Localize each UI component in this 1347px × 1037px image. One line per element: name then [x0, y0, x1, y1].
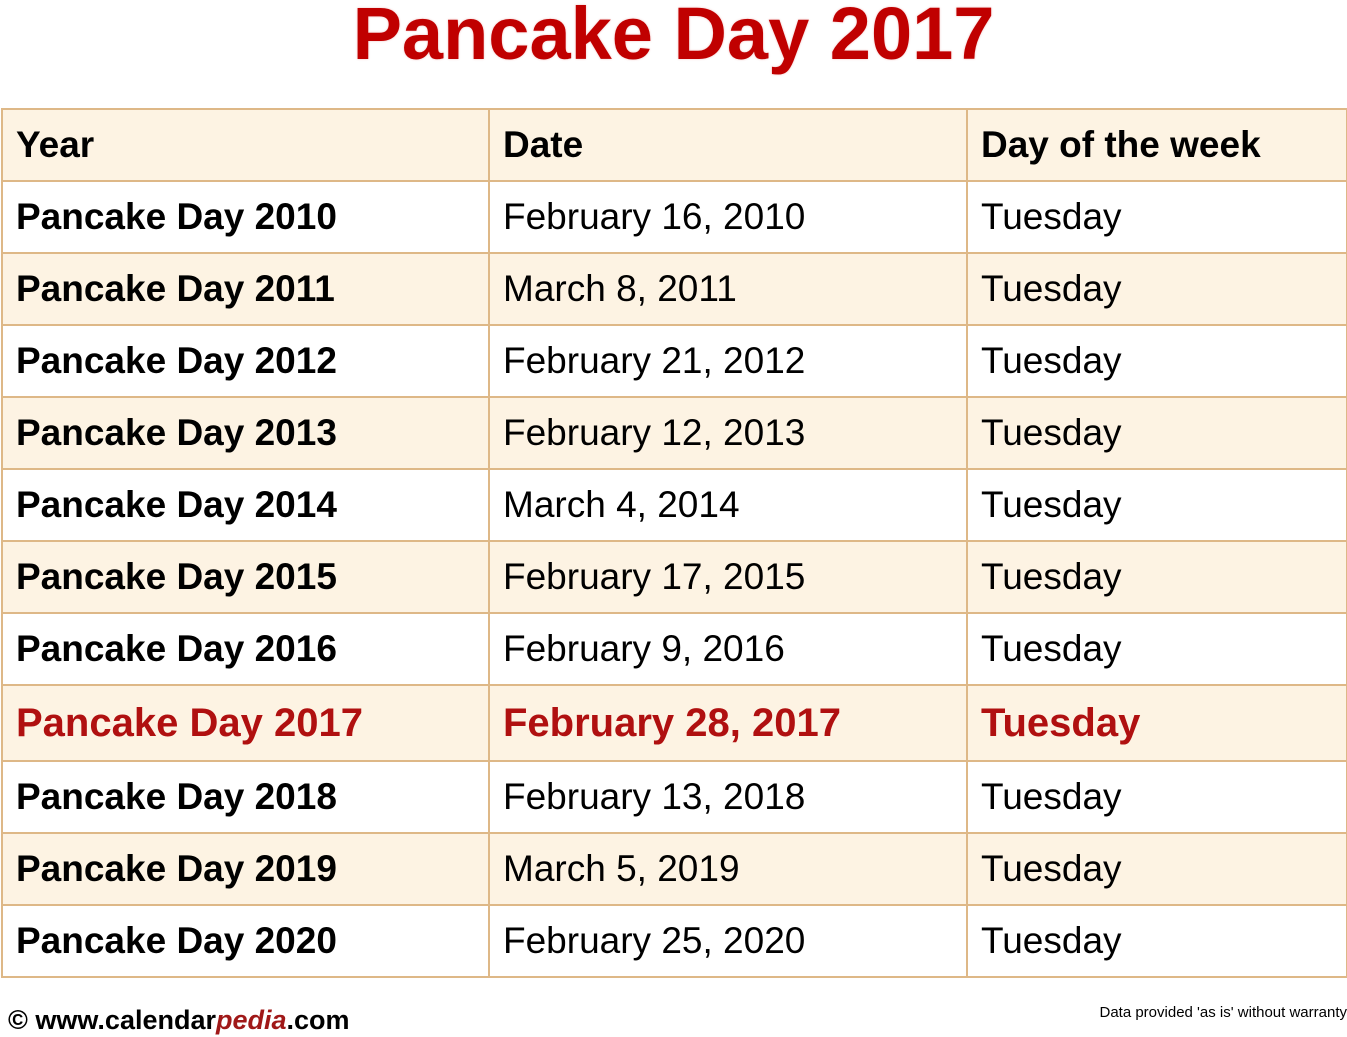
- table-row: Pancake Day 2020 February 25, 2020 Tuesd…: [1, 904, 1347, 978]
- date-cell: February 9, 2016: [488, 612, 968, 686]
- year-cell: Pancake Day 2018: [1, 760, 490, 834]
- column-header-day: Day of the week: [966, 108, 1347, 182]
- column-header-date: Date: [488, 108, 968, 182]
- date-cell: March 4, 2014: [488, 468, 968, 542]
- date-cell: February 25, 2020: [488, 904, 968, 978]
- table-row: Pancake Day 2019 March 5, 2019 Tuesday: [1, 832, 1347, 906]
- pancake-day-table: Year Date Day of the week Pancake Day 20…: [1, 108, 1347, 978]
- table-row: Pancake Day 2010 February 16, 2010 Tuesd…: [1, 180, 1347, 254]
- table-row-highlighted: Pancake Day 2017 February 28, 2017 Tuesd…: [1, 684, 1347, 762]
- day-cell: Tuesday: [966, 252, 1347, 326]
- date-cell: February 28, 2017: [488, 684, 968, 762]
- day-cell: Tuesday: [966, 832, 1347, 906]
- day-cell: Tuesday: [966, 904, 1347, 978]
- disclaimer: Data provided 'as is' without warranty: [1099, 1004, 1347, 1021]
- day-cell: Tuesday: [966, 612, 1347, 686]
- year-cell: Pancake Day 2020: [1, 904, 490, 978]
- site-name-suffix: .com: [286, 1005, 350, 1035]
- table-row: Pancake Day 2011 March 8, 2011 Tuesday: [1, 252, 1347, 326]
- date-cell: February 17, 2015: [488, 540, 968, 614]
- site-name-prefix: www.calendar: [35, 1005, 216, 1035]
- day-cell: Tuesday: [966, 324, 1347, 398]
- year-cell: Pancake Day 2012: [1, 324, 490, 398]
- day-cell: Tuesday: [966, 684, 1347, 762]
- day-cell: Tuesday: [966, 396, 1347, 470]
- table-header-row: Year Date Day of the week: [1, 108, 1347, 182]
- day-cell: Tuesday: [966, 760, 1347, 834]
- year-cell: Pancake Day 2013: [1, 396, 490, 470]
- page-title: Pancake Day 2017: [352, 0, 995, 75]
- year-cell: Pancake Day 2016: [1, 612, 490, 686]
- site-credit[interactable]: © www.calendarpedia.com: [8, 1005, 350, 1036]
- date-cell: March 5, 2019: [488, 832, 968, 906]
- table-row: Pancake Day 2018 February 13, 2018 Tuesd…: [1, 760, 1347, 834]
- year-cell: Pancake Day 2015: [1, 540, 490, 614]
- year-cell: Pancake Day 2010: [1, 180, 490, 254]
- year-cell: Pancake Day 2019: [1, 832, 490, 906]
- site-name-accent: pedia: [215, 1005, 287, 1035]
- date-cell: February 21, 2012: [488, 324, 968, 398]
- day-cell: Tuesday: [966, 540, 1347, 614]
- table-row: Pancake Day 2016 February 9, 2016 Tuesda…: [1, 612, 1347, 686]
- year-cell: Pancake Day 2014: [1, 468, 490, 542]
- table-row: Pancake Day 2013 February 12, 2013 Tuesd…: [1, 396, 1347, 470]
- year-cell: Pancake Day 2017: [1, 684, 490, 762]
- table-row: Pancake Day 2014 March 4, 2014 Tuesday: [1, 468, 1347, 542]
- year-cell: Pancake Day 2011: [1, 252, 490, 326]
- date-cell: February 13, 2018: [488, 760, 968, 834]
- copyright-icon: ©: [8, 1005, 28, 1035]
- date-cell: February 12, 2013: [488, 396, 968, 470]
- day-cell: Tuesday: [966, 180, 1347, 254]
- table-row: Pancake Day 2012 February 21, 2012 Tuesd…: [1, 324, 1347, 398]
- table-row: Pancake Day 2015 February 17, 2015 Tuesd…: [1, 540, 1347, 614]
- column-header-year: Year: [1, 108, 490, 182]
- date-cell: March 8, 2011: [488, 252, 968, 326]
- day-cell: Tuesday: [966, 468, 1347, 542]
- date-cell: February 16, 2010: [488, 180, 968, 254]
